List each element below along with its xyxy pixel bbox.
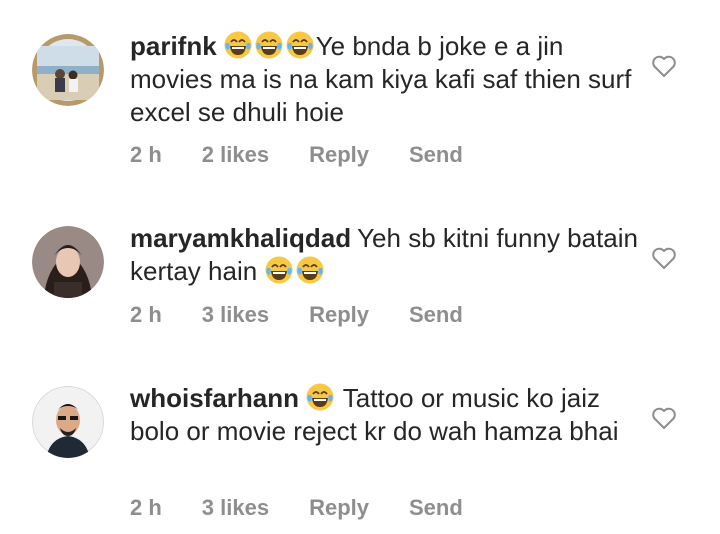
comment-username[interactable]: maryamkhaliqdad — [130, 223, 351, 253]
comment-time: 2 h — [130, 302, 162, 327]
comment-meta: 2 h 3 likes Reply Send — [130, 302, 503, 328]
comment-time: 2 h — [130, 142, 162, 167]
reply-button[interactable]: Reply — [309, 142, 369, 168]
comment-meta: 2 h 3 likes Reply Send — [130, 495, 503, 521]
send-button[interactable]: Send — [409, 142, 463, 168]
reply-button[interactable]: Reply — [309, 302, 369, 328]
heart-outline-icon[interactable] — [650, 404, 678, 432]
laughing-tears-emoji-icon — [264, 256, 326, 286]
avatar[interactable] — [32, 226, 104, 298]
comment-username[interactable]: parifnk — [130, 31, 217, 61]
avatar[interactable] — [32, 386, 104, 458]
comment-time: 2 h — [130, 495, 162, 520]
heart-outline-icon[interactable] — [650, 52, 678, 80]
comment-username[interactable]: whoisfarhann — [130, 383, 299, 413]
send-button[interactable]: Send — [409, 302, 463, 328]
comment-text: maryamkhaliqdad Yeh sb kitni funny batain… — [130, 222, 640, 288]
comment-text: whoisfarhann Tattoo or music ko jaiz bol… — [130, 382, 640, 448]
comment-likes[interactable]: 3 likes — [202, 302, 269, 328]
heart-outline-icon[interactable] — [650, 244, 678, 272]
comment-likes[interactable]: 2 likes — [202, 142, 269, 168]
send-button[interactable]: Send — [409, 495, 463, 521]
reply-button[interactable]: Reply — [309, 495, 369, 521]
laughing-tears-emoji-icon — [305, 383, 336, 413]
laughing-tears-emoji-icon — [223, 31, 316, 61]
comment-text: parifnk Ye bnda b joke e a jin movies ma … — [130, 30, 640, 129]
comment-likes[interactable]: 3 likes — [202, 495, 269, 521]
avatar[interactable] — [32, 34, 104, 106]
comment-meta: 2 h 2 likes Reply Send — [130, 142, 503, 168]
